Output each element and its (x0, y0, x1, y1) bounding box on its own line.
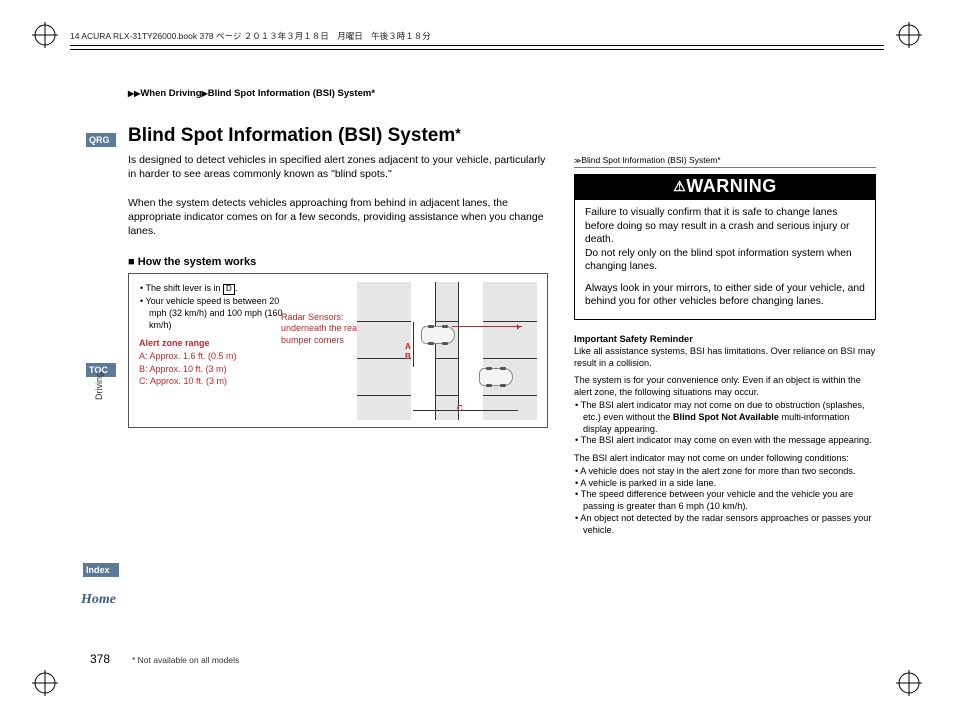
home-link[interactable]: Home (81, 592, 116, 608)
cropmark-icon (32, 670, 58, 696)
header-bar: 14 ACURA RLX-31TY26000.book 378 ページ ２０１３… (70, 30, 884, 51)
warning-p1: Failure to visually confirm that it is s… (585, 206, 865, 274)
condition-1: The shift lever is in D. (149, 282, 289, 295)
arrow-icon (452, 326, 522, 327)
triangle-icon: ▶▶ (128, 89, 140, 98)
breadcrumb-a: When Driving (140, 88, 201, 99)
breadcrumb: ▶▶When Driving▶Blind Spot Information (B… (128, 88, 375, 99)
page-title: Blind Spot Information (BSI) System* (128, 125, 461, 147)
index-link[interactable]: Index (83, 563, 119, 577)
cropmark-icon (32, 22, 58, 48)
warning-heading: ⚠WARNING (575, 175, 875, 200)
sensor-label: Radar Sensors: underneath the rear bumpe… (281, 312, 363, 346)
diagram-conditions: The shift lever is in D. Your vehicle sp… (139, 282, 289, 387)
right-breadcrumb: ≫Blind Spot Information (BSI) System* (574, 155, 876, 168)
reminder-p1: Like all assistance systems, BSI has lim… (574, 346, 876, 370)
cropmark-icon (896, 670, 922, 696)
warning-box: ⚠WARNING Failure to visually confirm tha… (574, 174, 876, 320)
safety-reminder: Important Safety Reminder Like all assis… (574, 334, 876, 536)
label-c: C (457, 404, 463, 413)
reminder-p3: The BSI alert indicator may not come on … (574, 453, 876, 465)
intro-paragraph-1: Is designed to detect vehicles in specif… (128, 153, 548, 181)
reminder-bullet-2: The BSI alert indicator may come on even… (583, 435, 876, 447)
own-car-icon (421, 326, 455, 344)
cropmark-icon (896, 22, 922, 48)
breadcrumb-b: Blind Spot Information (BSI) System (208, 88, 372, 99)
reminder-cond-2: A vehicle is parked in a side lane. (583, 478, 876, 490)
section-tab-driving: Driving (94, 340, 104, 400)
warning-triangle-icon: ⚠ (673, 178, 686, 194)
header-text: 14 ACURA RLX-31TY26000.book 378 ページ ２０１３… (70, 31, 431, 41)
page-number: 378 (90, 652, 110, 666)
reminder-cond-3: The speed difference between your vehicl… (583, 489, 876, 513)
footnote: * Not available on all models (132, 655, 239, 665)
asterisk: * (371, 88, 375, 99)
other-car-icon (479, 368, 513, 386)
reminder-heading: Important Safety Reminder (574, 334, 876, 346)
how-works-heading: ■ How the system works (128, 256, 256, 268)
reminder-cond-1: A vehicle does not stay in the alert zon… (583, 466, 876, 478)
alert-zone-range-list: A: Approx. 1.6 ft. (0.5 m) B: Approx. 10… (139, 350, 289, 386)
reminder-p2: The system is for your convenience only.… (574, 375, 876, 399)
label-b: B (405, 352, 411, 361)
label-a: A (405, 342, 411, 351)
alert-zone-range-title: Alert zone range (139, 337, 289, 349)
reminder-bullet-1: The BSI alert indicator may not come on … (583, 400, 876, 435)
intro-paragraph-2: When the system detects vehicles approac… (128, 196, 548, 239)
diagram: The shift lever is in D. Your vehicle sp… (128, 273, 548, 428)
reminder-cond-4: An object not detected by the radar sens… (583, 513, 876, 537)
warning-p2: Always look in your mirrors, to either s… (585, 282, 865, 309)
condition-2: Your vehicle speed is between 20 mph (32… (149, 295, 289, 331)
qrg-link[interactable]: QRG (86, 133, 116, 147)
road-graphic: A B C (357, 282, 537, 420)
